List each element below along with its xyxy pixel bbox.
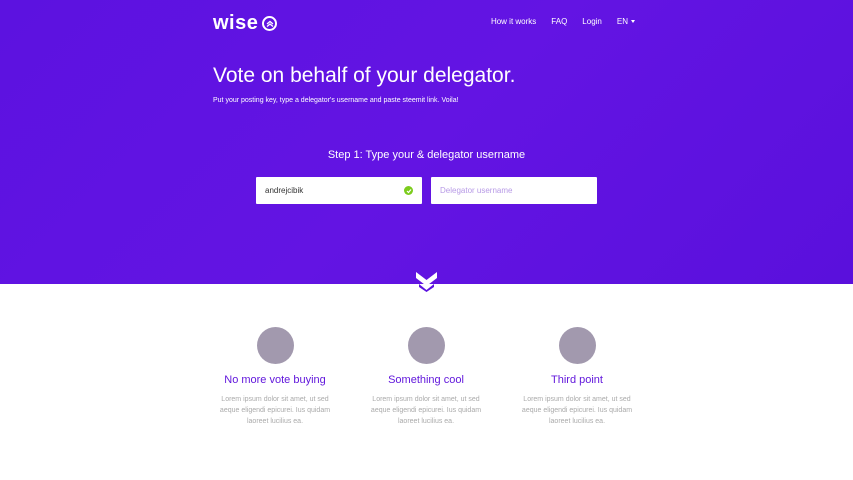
top-nav: How it works FAQ Login EN: [491, 17, 635, 26]
feature-title: No more vote buying: [224, 374, 326, 386]
feature-item: No more vote buying Lorem ipsum dolor si…: [200, 327, 350, 427]
page-title: Vote on behalf of your delegator.: [213, 64, 516, 87]
feature-text: Lorem ipsum dolor sit amet, ut sed aeque…: [219, 396, 331, 425]
feature-image-placeholder: [558, 327, 596, 364]
check-icon: [404, 186, 413, 195]
feature-image-placeholder: [256, 327, 294, 364]
feature-item: Something cool Lorem ipsum dolor sit ame…: [351, 327, 501, 427]
delegator-username-input[interactable]: [440, 186, 560, 195]
language-selector[interactable]: EN: [617, 17, 635, 26]
nav-login[interactable]: Login: [582, 17, 602, 26]
feature-title: Something cool: [388, 374, 464, 386]
feature-text: Lorem ipsum dolor sit amet, ut sed aeque…: [521, 396, 633, 425]
step-label: Step 1: Type your & delegator username: [327, 149, 526, 161]
nav-faq[interactable]: FAQ: [551, 17, 567, 26]
feature-text: Lorem ipsum dolor sit amet, ut sed aeque…: [370, 396, 482, 425]
logo-icon: [262, 16, 278, 31]
scroll-down-chevron-icon[interactable]: [416, 268, 437, 292]
page-subtitle: Put your posting key, type a delegator's…: [213, 97, 459, 104]
chevron-down-icon: [631, 20, 635, 23]
logo[interactable]: wise: [213, 12, 278, 35]
feature-title: Third point: [551, 374, 603, 386]
feature-image-placeholder: [407, 327, 445, 364]
nav-how-it-works[interactable]: How it works: [491, 17, 536, 26]
username-field-wrapper: [256, 177, 422, 204]
language-label: EN: [616, 17, 628, 26]
feature-item: Third point Lorem ipsum dolor sit amet, …: [502, 327, 652, 427]
logo-text: wise: [213, 12, 259, 34]
hero-section: wise How it works FAQ Login EN Vote on b…: [0, 0, 853, 284]
delegator-field-wrapper: [431, 177, 597, 204]
username-input[interactable]: [265, 186, 385, 195]
